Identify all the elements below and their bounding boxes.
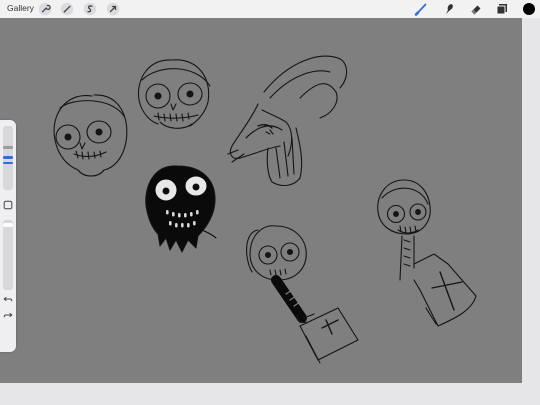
transform-arrow-icon[interactable]	[106, 2, 120, 16]
selection-s-icon[interactable]	[83, 2, 97, 16]
layers-icon[interactable]	[495, 2, 509, 16]
opacity-handle[interactable]	[3, 223, 13, 227]
brush-size-handle-active[interactable]	[3, 156, 13, 159]
horned-head-sketch	[227, 55, 348, 187]
color-swatch-icon[interactable]	[522, 2, 536, 16]
brush-size-handle[interactable]	[3, 146, 13, 149]
skull-sketch-2	[138, 59, 211, 129]
undo-icon[interactable]	[3, 294, 13, 304]
skull-sketch-1	[53, 94, 128, 177]
left-sidebar	[0, 120, 16, 352]
smudge-icon[interactable]	[442, 2, 456, 16]
brush-icon[interactable]	[414, 2, 428, 16]
inked-skull	[145, 165, 217, 253]
gallery-button[interactable]: Gallery	[7, 3, 34, 13]
canvas-edge-bottom	[0, 383, 522, 405]
redo-icon[interactable]	[3, 310, 13, 320]
top-toolbar: Gallery	[0, 0, 540, 19]
opacity-slider[interactable]	[3, 220, 13, 290]
brush-size-handle-secondary[interactable]	[3, 162, 13, 164]
magic-wand-icon[interactable]	[60, 2, 74, 16]
skull-key-sketch-2	[377, 179, 477, 327]
eraser-icon[interactable]	[469, 2, 483, 16]
wrench-icon[interactable]	[38, 2, 52, 16]
skull-key-sketch-1	[246, 225, 359, 364]
canvas-edge-right	[522, 18, 540, 405]
square-modify-icon[interactable]	[3, 200, 13, 210]
drawing-canvas[interactable]	[0, 18, 522, 383]
